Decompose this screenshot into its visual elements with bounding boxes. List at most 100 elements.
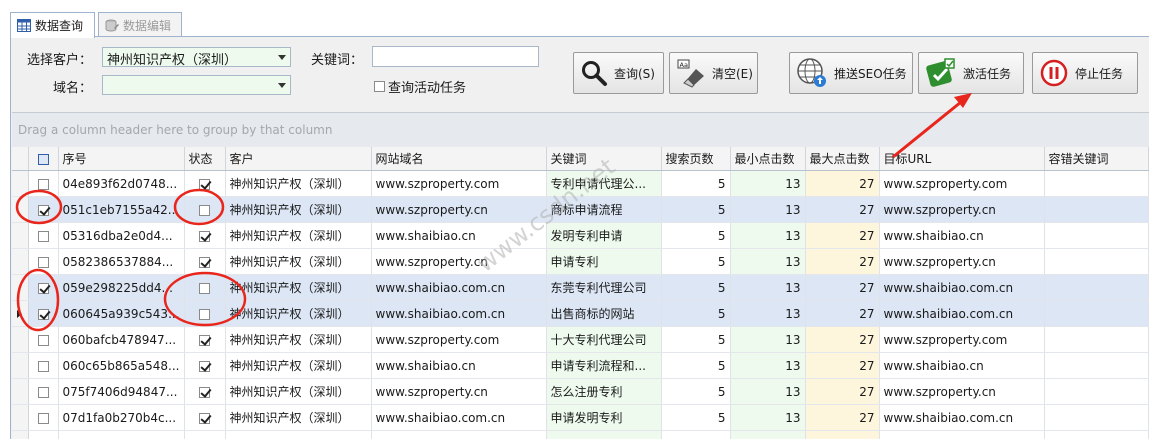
- row-select-cell[interactable]: [28, 248, 59, 275]
- status-checkbox[interactable]: [199, 178, 211, 190]
- row-select-cell[interactable]: [28, 222, 59, 249]
- cell-keyword[interactable]: 申请专利: [546, 248, 662, 275]
- cell-fault-keyword[interactable]: [1044, 326, 1149, 353]
- row-select-cell[interactable]: [28, 378, 59, 405]
- cell-min-clicks[interactable]: 13: [730, 404, 806, 431]
- cell-target-url[interactable]: www.szproperty.cn: [879, 248, 1045, 275]
- row-select-cell[interactable]: [28, 170, 59, 197]
- row-select-checkbox[interactable]: [37, 230, 49, 242]
- row-select-checkbox[interactable]: [37, 282, 49, 294]
- cell-status[interactable]: [184, 248, 226, 275]
- row-indicator[interactable]: [12, 248, 29, 275]
- select-all-checkbox[interactable]: [37, 153, 49, 165]
- cell-id[interactable]: 07d1fa0b270b4c...: [58, 404, 185, 431]
- cell-fault-keyword[interactable]: [1044, 170, 1149, 197]
- table-row[interactable]: 05316dba2e0d4... 神州知识产权（深圳） www.shaibiao.c…: [12, 222, 1149, 249]
- table-row[interactable]: 060645a939c543... 神州知识产权（深圳） www.shaibiao.…: [12, 300, 1149, 327]
- column-header-min-clicks[interactable]: 最小点击数: [730, 147, 806, 171]
- cell-fault-keyword[interactable]: [1044, 248, 1149, 275]
- cell-id[interactable]: [58, 430, 185, 439]
- cell-target-url[interactable]: [879, 430, 1045, 439]
- row-indicator[interactable]: [12, 222, 29, 249]
- activate-task-button[interactable]: 激活任务: [918, 52, 1024, 94]
- cell-max-clicks[interactable]: 27: [805, 196, 880, 223]
- cell-pages[interactable]: 5: [661, 378, 731, 405]
- cell-fault-keyword[interactable]: [1044, 352, 1149, 379]
- column-header-fault-keyword[interactable]: 容错关键词: [1044, 147, 1149, 171]
- cell-max-clicks[interactable]: 27: [805, 378, 880, 405]
- cell-customer[interactable]: 神州知识产权（深圳）: [225, 300, 372, 327]
- cell-domain[interactable]: www.szproperty.cn: [371, 248, 547, 275]
- row-indicator[interactable]: [12, 352, 29, 379]
- cell-customer[interactable]: 神州知识产权（深圳）: [225, 378, 372, 405]
- cell-pages[interactable]: 5: [661, 352, 731, 379]
- cell-domain[interactable]: www.shaibiao.cn: [371, 222, 547, 249]
- cell-status[interactable]: [184, 196, 226, 223]
- row-indicator[interactable]: [12, 170, 29, 197]
- tab-data-edit[interactable]: 数据编辑: [98, 12, 182, 37]
- cell-keyword[interactable]: 东莞专利代理公司: [546, 274, 662, 301]
- table-row[interactable]: 051c1eb7155a42... 神州知识产权（深圳） www.szpropert…: [12, 196, 1149, 223]
- cell-target-url[interactable]: www.szproperty.com: [879, 170, 1045, 197]
- cell-pages[interactable]: 5: [661, 222, 731, 249]
- cell-keyword[interactable]: 十大专利代理公司: [546, 326, 662, 353]
- cell-keyword[interactable]: 发明专利申请: [546, 222, 662, 249]
- cell-max-clicks[interactable]: [805, 430, 880, 439]
- cell-domain[interactable]: www.shaibiao.com.cn: [371, 300, 547, 327]
- cell-fault-keyword[interactable]: [1044, 222, 1149, 249]
- row-select-checkbox[interactable]: [37, 412, 49, 424]
- cell-status[interactable]: [184, 300, 226, 327]
- select-all-header[interactable]: [28, 147, 59, 171]
- cell-status[interactable]: [184, 222, 226, 249]
- cell-min-clicks[interactable]: 13: [730, 300, 806, 327]
- cell-id[interactable]: 075f7406d94847...: [58, 378, 185, 405]
- cell-max-clicks[interactable]: 27: [805, 300, 880, 327]
- table-row[interactable]: 07d1fa0b270b4c... 神州知识产权（深圳） www.shaibiao.…: [12, 404, 1149, 431]
- column-header-max-clicks[interactable]: 最大点击数: [805, 147, 880, 171]
- cell-id[interactable]: 051c1eb7155a42...: [58, 196, 185, 223]
- cell-fault-keyword[interactable]: [1044, 300, 1149, 327]
- cell-customer[interactable]: 神州知识产权（深圳）: [225, 196, 372, 223]
- cell-min-clicks[interactable]: 13: [730, 274, 806, 301]
- cell-min-clicks[interactable]: 13: [730, 222, 806, 249]
- keyword-input[interactable]: [372, 46, 539, 67]
- cell-id[interactable]: 0582386537884...: [58, 248, 185, 275]
- cell-max-clicks[interactable]: 27: [805, 248, 880, 275]
- cell-domain[interactable]: [371, 430, 547, 439]
- cell-pages[interactable]: 5: [661, 404, 731, 431]
- cell-target-url[interactable]: www.shaibiao.com.cn: [879, 300, 1045, 327]
- column-header-id[interactable]: 序号: [58, 147, 185, 171]
- group-by-panel[interactable]: Drag a column header here to group by th…: [12, 112, 1149, 148]
- checkbox[interactable]: [374, 81, 385, 92]
- row-select-cell[interactable]: [28, 274, 59, 301]
- cell-domain[interactable]: www.shaibiao.com.cn: [371, 274, 547, 301]
- cell-pages[interactable]: 5: [661, 170, 731, 197]
- table-row[interactable]: 060c65b865a548... 神州知识产权（深圳） www.shaibiao.…: [12, 352, 1149, 379]
- row-indicator[interactable]: [12, 404, 29, 431]
- cell-max-clicks[interactable]: 27: [805, 274, 880, 301]
- cell-target-url[interactable]: www.shaibiao.com.cn: [879, 404, 1045, 431]
- cell-id[interactable]: 060c65b865a548...: [58, 352, 185, 379]
- cell-min-clicks[interactable]: 13: [730, 248, 806, 275]
- status-checkbox[interactable]: [199, 282, 211, 294]
- cell-target-url[interactable]: www.shaibiao.com.cn: [879, 274, 1045, 301]
- cell-customer[interactable]: [225, 430, 372, 439]
- status-checkbox[interactable]: [199, 334, 211, 346]
- row-indicator[interactable]: [12, 196, 29, 223]
- table-row[interactable]: 04e893f62d0748... 神州知识产权（深圳） www.szpropert…: [12, 170, 1149, 197]
- active-task-checkbox[interactable]: 查询活动任务: [374, 77, 466, 96]
- cell-customer[interactable]: 神州知识产权（深圳）: [225, 170, 372, 197]
- cell-target-url[interactable]: www.shaibiao.cn: [879, 222, 1045, 249]
- column-header-domain[interactable]: 网站域名: [371, 147, 547, 171]
- cell-domain[interactable]: www.szproperty.cn: [371, 378, 547, 405]
- row-select-cell[interactable]: [28, 430, 59, 439]
- cell-domain[interactable]: www.shaibiao.com.cn: [371, 404, 547, 431]
- cell-keyword[interactable]: 申请发明专利: [546, 404, 662, 431]
- cell-target-url[interactable]: www.szproperty.cn: [879, 196, 1045, 223]
- table-row[interactable]: 0582386537884... 神州知识产权（深圳） www.szproperty…: [12, 248, 1149, 275]
- row-select-checkbox[interactable]: [37, 334, 49, 346]
- cell-id[interactable]: 059e298225dd4...: [58, 274, 185, 301]
- cell-min-clicks[interactable]: 13: [730, 196, 806, 223]
- row-select-checkbox[interactable]: [37, 256, 49, 268]
- column-header-customer[interactable]: 客户: [225, 147, 372, 171]
